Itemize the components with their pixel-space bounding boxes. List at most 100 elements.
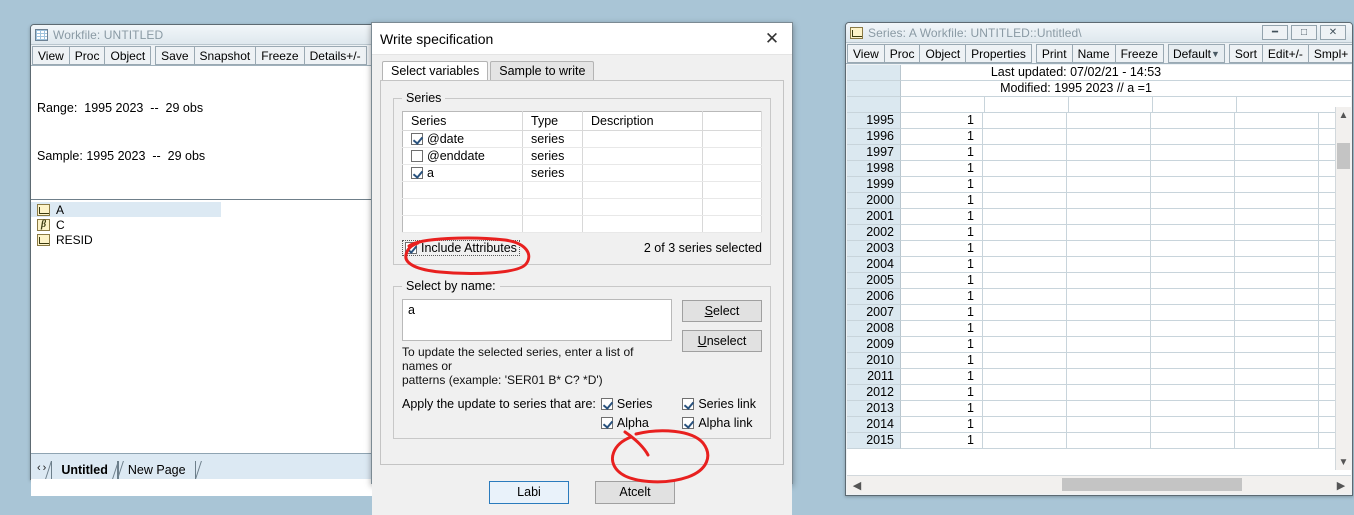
cell-value[interactable]: 1 xyxy=(901,129,983,145)
grid-data-rows[interactable]: 1995119961199711998119991200012001120021… xyxy=(847,113,1351,449)
cell-value[interactable]: 1 xyxy=(901,145,983,161)
cell-value[interactable]: 1 xyxy=(901,369,983,385)
cell-value[interactable]: 1 xyxy=(901,241,983,257)
empty-cells[interactable] xyxy=(983,321,1351,337)
table-row[interactable]: 19961 xyxy=(847,129,1351,145)
table-row[interactable]: 19981 xyxy=(847,161,1351,177)
workfile-button-object[interactable]: Object xyxy=(104,46,151,65)
list-item[interactable]: RESID xyxy=(31,232,374,247)
series-button-print[interactable]: Print xyxy=(1036,44,1073,63)
empty-cells[interactable] xyxy=(983,113,1351,129)
cell-value[interactable]: 1 xyxy=(901,417,983,433)
workfile-button-snapshot[interactable]: Snapshot xyxy=(194,46,257,65)
table-row[interactable]: 19951 xyxy=(847,113,1351,129)
table-row[interactable]: 20091 xyxy=(847,337,1351,353)
cell-value[interactable]: 1 xyxy=(901,209,983,225)
apply-options[interactable]: Series Alpha Series link xyxy=(601,397,762,430)
checkbox-icon[interactable] xyxy=(601,398,613,410)
table-row[interactable]: 20041 xyxy=(847,257,1351,273)
vertical-scrollbar[interactable]: ▲ ▼ xyxy=(1335,107,1351,470)
table-row[interactable]: 20141 xyxy=(847,417,1351,433)
checkbox-icon[interactable] xyxy=(601,417,613,429)
cell-value[interactable]: 1 xyxy=(901,321,983,337)
cell-value[interactable]: 1 xyxy=(901,225,983,241)
scroll-down-icon[interactable]: ▼ xyxy=(1336,454,1351,470)
series-button-name[interactable]: Name xyxy=(1072,44,1116,63)
checkbox-icon[interactable] xyxy=(411,150,423,162)
tab-select-variables[interactable]: Select variables xyxy=(382,61,488,80)
workfile-titlebar[interactable]: Workfile: UNTITLED xyxy=(31,25,374,45)
workfile-window[interactable]: Workfile: UNTITLED View Proc Object Save… xyxy=(30,24,375,480)
list-item[interactable]: β C xyxy=(31,217,374,232)
select-by-name-input[interactable]: a xyxy=(402,299,672,341)
empty-cells[interactable] xyxy=(983,241,1351,257)
table-row-empty[interactable] xyxy=(403,199,762,216)
cell-value[interactable]: 1 xyxy=(901,177,983,193)
workfile-button-freeze[interactable]: Freeze xyxy=(255,46,304,65)
empty-cells[interactable] xyxy=(983,225,1351,241)
series-button-proc[interactable]: Proc xyxy=(884,44,921,63)
empty-cells[interactable] xyxy=(983,209,1351,225)
checkbox-series[interactable]: Series xyxy=(601,397,652,411)
horizontal-scroll-thumb[interactable] xyxy=(1062,478,1242,491)
empty-cells[interactable] xyxy=(983,145,1351,161)
series-toolbar[interactable]: View Proc Object Properties Print Name F… xyxy=(846,43,1352,64)
table-row[interactable]: 19991 xyxy=(847,177,1351,193)
cell-value[interactable]: 1 xyxy=(901,161,983,177)
scroll-right-icon[interactable]: ▶ xyxy=(1331,479,1351,492)
table-row[interactable]: 20121 xyxy=(847,385,1351,401)
table-row[interactable]: 20031 xyxy=(847,241,1351,257)
cell-series-name[interactable]: @date xyxy=(403,131,523,148)
workfile-button-view[interactable]: View xyxy=(32,46,70,65)
select-button[interactable]: Select xyxy=(682,300,762,322)
series-button-object[interactable]: Object xyxy=(919,44,966,63)
series-table[interactable]: Series Type Description @dateseries@endd… xyxy=(402,111,762,233)
empty-cells[interactable] xyxy=(983,129,1351,145)
workfile-button-details[interactable]: Details+/- xyxy=(304,46,367,65)
cell-series-name[interactable]: a xyxy=(403,165,523,182)
maximize-icon[interactable]: □ xyxy=(1291,25,1317,40)
table-row[interactable]: 20111 xyxy=(847,369,1351,385)
horizontal-scrollbar[interactable]: ◀ ▶ xyxy=(847,475,1351,494)
workfile-button-proc[interactable]: Proc xyxy=(69,46,106,65)
empty-cells[interactable] xyxy=(983,417,1351,433)
series-titlebar[interactable]: Series: A Workfile: UNTITLED::Untitled\ … xyxy=(846,23,1352,43)
close-icon[interactable]: ✕ xyxy=(752,23,792,54)
table-row[interactable]: aseries xyxy=(403,165,762,182)
table-row[interactable]: 20001 xyxy=(847,193,1351,209)
table-row[interactable]: 19971 xyxy=(847,145,1351,161)
empty-cells[interactable] xyxy=(983,401,1351,417)
table-row[interactable]: 20071 xyxy=(847,305,1351,321)
table-row[interactable]: 20151 xyxy=(847,433,1351,449)
empty-cells[interactable] xyxy=(983,177,1351,193)
table-row[interactable]: @enddateseries xyxy=(403,148,762,165)
table-row[interactable]: 20061 xyxy=(847,289,1351,305)
workfile-object-list[interactable]: A β C RESID xyxy=(31,200,374,496)
empty-cells[interactable] xyxy=(983,353,1351,369)
cell-value[interactable]: 1 xyxy=(901,305,983,321)
cell-value[interactable]: 1 xyxy=(901,193,983,209)
series-button-smpl[interactable]: Smpl+ xyxy=(1308,44,1352,63)
view-select[interactable]: Default ▼ xyxy=(1168,44,1225,63)
table-row[interactable]: @dateseries xyxy=(403,131,762,148)
workfile-toolbar[interactable]: View Proc Object Save Snapshot Freeze De… xyxy=(31,45,374,66)
checkbox-icon[interactable] xyxy=(411,167,423,179)
checkbox-series-link[interactable]: Series link xyxy=(682,397,756,411)
checkbox-icon[interactable] xyxy=(405,242,417,254)
unselect-button[interactable]: Unselect xyxy=(682,330,762,352)
table-row[interactable]: 20021 xyxy=(847,225,1351,241)
empty-cells[interactable] xyxy=(983,273,1351,289)
dialog-tabs[interactable]: Select variables Sample to write xyxy=(372,55,792,80)
ok-button[interactable]: Labi xyxy=(489,481,569,504)
empty-cells[interactable] xyxy=(983,161,1351,177)
table-row[interactable]: 20131 xyxy=(847,401,1351,417)
workfile-page-tabs[interactable]: ‹› Untitled New Page xyxy=(31,453,374,479)
cell-value[interactable]: 1 xyxy=(901,289,983,305)
series-button-sort[interactable]: Sort xyxy=(1229,44,1263,63)
table-row[interactable]: 20011 xyxy=(847,209,1351,225)
cell-value[interactable]: 1 xyxy=(901,353,983,369)
empty-cells[interactable] xyxy=(983,385,1351,401)
empty-cells[interactable] xyxy=(983,289,1351,305)
series-data-grid[interactable]: Last updated: 07/02/21 - 14:53 Modified:… xyxy=(847,65,1351,494)
series-button-freeze[interactable]: Freeze xyxy=(1115,44,1164,63)
